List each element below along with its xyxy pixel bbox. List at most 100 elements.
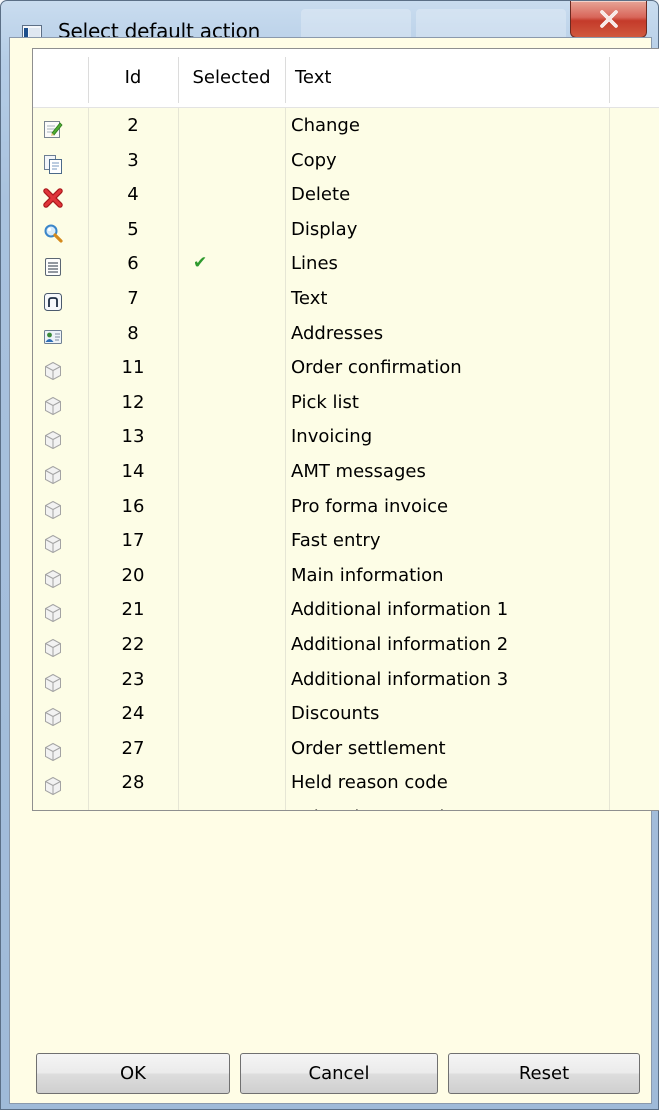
table-row[interactable]: 4 Delete [33, 178, 659, 213]
row-icon-cell [33, 697, 88, 732]
row-id: 27 [121, 737, 145, 759]
row-icon-cell [33, 524, 88, 559]
row-id: 16 [121, 495, 145, 517]
row-selected-cell[interactable] [178, 420, 285, 455]
table-row[interactable]: 11 Order confirmation [33, 351, 659, 386]
row-text: Display [291, 218, 358, 240]
row-icon-cell [33, 213, 88, 248]
cube-icon [43, 567, 63, 588]
row-selected-cell[interactable] [178, 455, 285, 490]
row-id: 12 [121, 391, 145, 413]
row-selected-cell[interactable] [178, 109, 285, 144]
display-icon [43, 221, 63, 243]
row-selected-cell[interactable] [178, 178, 285, 213]
row-id: 22 [121, 633, 145, 655]
row-id: 20 [121, 564, 145, 586]
table-row[interactable]: 3 Copy [33, 144, 659, 179]
row-id: 8 [127, 322, 139, 344]
cube-icon [43, 359, 63, 381]
table-row[interactable]: 28 Held reason code [33, 766, 659, 801]
row-icon-cell [33, 109, 88, 144]
table-row[interactable]: 13 Invoicing [33, 420, 659, 455]
row-id: 11 [121, 357, 145, 379]
lines-icon [43, 255, 63, 277]
reset-button[interactable]: Reset [448, 1053, 640, 1094]
row-selected-cell[interactable] [178, 801, 285, 810]
row-icon-cell [33, 766, 88, 801]
row-selected-cell[interactable] [178, 766, 285, 801]
row-icon-cell [33, 317, 88, 352]
row-selected-cell[interactable] [178, 628, 285, 663]
row-selected-cell[interactable] [178, 524, 285, 559]
cube-icon [43, 636, 63, 657]
row-text: Invoicing [291, 426, 373, 448]
row-text: Main information [291, 564, 444, 586]
row-selected-cell[interactable] [178, 282, 285, 317]
table-row[interactable]: 24 Discounts [33, 697, 659, 732]
table-row[interactable]: 20 Main information [33, 559, 659, 594]
row-icon-cell [33, 559, 88, 594]
table-row[interactable]: 12 Pick list [33, 386, 659, 421]
cube-icon [43, 463, 63, 485]
ok-button[interactable]: OK [36, 1053, 230, 1094]
row-id: 6 [127, 253, 139, 275]
column-header-selected[interactable]: Selected [178, 49, 285, 107]
row-selected-cell[interactable]: ✔ [178, 247, 285, 282]
table-row[interactable]: 23 Additional information 3 [33, 663, 659, 698]
cube-icon [43, 774, 63, 796]
row-id: 14 [121, 460, 145, 482]
row-icon-cell [33, 593, 88, 628]
table-row[interactable]: 17 Fast entry [33, 524, 659, 559]
column-header-id[interactable]: Id [88, 49, 178, 107]
row-selected-cell[interactable] [178, 317, 285, 352]
row-icon-cell [33, 732, 88, 767]
checkmark-icon: ✔ [193, 253, 208, 274]
row-text: Related transactions [291, 801, 611, 810]
row-selected-cell[interactable] [178, 351, 285, 386]
row-icon-cell [33, 282, 88, 317]
row-selected-cell[interactable] [178, 386, 285, 421]
row-selected-cell[interactable] [178, 490, 285, 525]
table-row[interactable]: 16 Pro forma invoice [33, 490, 659, 525]
row-selected-cell[interactable] [178, 697, 285, 732]
delete-icon [43, 186, 63, 208]
close-button[interactable] [570, 1, 647, 38]
table-row[interactable]: 14 AMT messages [33, 455, 659, 490]
row-id: 7 [127, 287, 139, 309]
table-row[interactable]: 22 Additional information 2 [33, 628, 659, 663]
row-icon-cell [33, 628, 88, 663]
addresses-icon [43, 325, 63, 345]
row-text: Copy [291, 149, 337, 171]
table-row[interactable]: 8 Addresses [33, 317, 659, 352]
row-icon-cell [33, 386, 88, 421]
row-icon-cell [33, 144, 88, 179]
row-id: 13 [121, 426, 145, 448]
row-selected-cell[interactable] [178, 144, 285, 179]
table-row[interactable]: 27 Order settlement [33, 732, 659, 767]
table-row[interactable]: 5 Display [33, 213, 659, 248]
table-row[interactable]: 29 Related transactions [33, 801, 659, 810]
row-text: Held reason code [291, 772, 448, 794]
table-row[interactable]: 2 Change [33, 109, 659, 144]
row-text: Order settlement [291, 737, 446, 759]
row-selected-cell[interactable] [178, 732, 285, 767]
row-selected-cell[interactable] [178, 213, 285, 248]
row-icon-cell [33, 247, 88, 282]
row-selected-cell[interactable] [178, 593, 285, 628]
column-header-text[interactable]: Text [295, 49, 595, 107]
cancel-button[interactable]: Cancel [240, 1053, 438, 1094]
cube-icon [43, 740, 63, 761]
table-row[interactable]: 6 ✔ Lines [33, 247, 659, 282]
button-bar: OK Cancel Reset [10, 1053, 651, 1103]
table-row[interactable]: 21 Additional information 1 [33, 593, 659, 628]
row-text: Discounts [291, 703, 380, 725]
table-row[interactable]: 7 Text [33, 282, 659, 317]
row-icon-cell [33, 420, 88, 455]
row-selected-cell[interactable] [178, 559, 285, 594]
row-icon-cell [33, 490, 88, 525]
row-id: 2 [127, 115, 139, 136]
actions-grid[interactable]: Id Selected Text 2 Change 3 Copy 4 Delete 5 Dis… [32, 48, 659, 811]
grid-rows: 2 Change 3 Copy 4 Delete 5 Display 6 ✔ Lines 7 Text 8… [33, 109, 659, 810]
row-icon-cell [33, 455, 88, 490]
row-selected-cell[interactable] [178, 663, 285, 698]
